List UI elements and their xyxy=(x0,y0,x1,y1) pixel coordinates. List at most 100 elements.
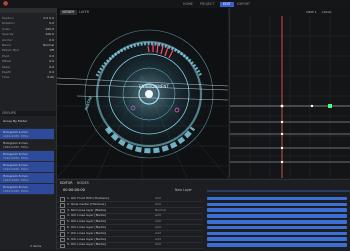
property-value[interactable]: 0.0 xyxy=(49,21,54,25)
property-value[interactable]: 0.0 0.0 xyxy=(44,16,55,20)
layer-clip-bar[interactable] xyxy=(207,196,347,201)
items-count: 3 items xyxy=(30,244,42,248)
property-value[interactable]: 0.0 xyxy=(49,65,54,69)
layer-name: 5. Orb Lines layer [Media] xyxy=(67,219,106,224)
layer-blend-mode[interactable]: Add xyxy=(155,225,161,230)
property-value[interactable]: 0.0 xyxy=(49,59,54,63)
layer-blend-mode[interactable]: Add xyxy=(155,202,161,207)
property-row[interactable]: Position 0.0 0.0 xyxy=(2,16,54,20)
group-item-info: 1920x1080, 30fps xyxy=(3,178,29,182)
layer-clip-bar[interactable] xyxy=(207,214,347,218)
timecode-display[interactable]: 00:00:00:00 xyxy=(63,188,85,192)
group-item[interactable]: Hologram 1.mov 1920x1080, 30fps xyxy=(0,129,54,140)
layer-blend-mode[interactable]: Add xyxy=(155,237,161,242)
group-item-info: 1920x1080, 30fps xyxy=(3,134,29,138)
hud-label-environment: ENVIRONMENT xyxy=(139,84,169,89)
property-row[interactable]: Depth 0.0 xyxy=(2,70,54,74)
viewer-panel[interactable]: VIEWER LAYER ENVIRONMENT AVATAR xyxy=(57,8,228,178)
property-value[interactable]: 100.0 xyxy=(45,32,54,36)
timeline-panel: EDITOR NODES 00:00:00:00 New Layer 1. Or… xyxy=(57,179,350,251)
group-item-name: Group By Folder xyxy=(3,119,28,123)
property-name: Rotation xyxy=(2,21,15,26)
property-name: Opacity xyxy=(2,32,14,37)
layer-clip-bar[interactable] xyxy=(207,225,347,230)
space-selector[interactable]: LOCAL xyxy=(322,10,332,14)
graph-editor-panel[interactable]: VIEW 1 LOCAL xyxy=(229,8,350,178)
property-name: Time xyxy=(2,75,10,80)
property-value[interactable]: Off xyxy=(50,48,54,52)
layer-visibility-checkbox[interactable] xyxy=(60,243,65,249)
layer-name: 7. Orb Lines layer [Media] xyxy=(67,230,106,235)
layer-blend-mode[interactable]: Add xyxy=(155,242,161,247)
layer-name: 9. Orb Lines layer [Media] xyxy=(67,242,106,247)
layer-blend-mode[interactable]: Normal xyxy=(155,208,166,213)
layer-name: 6. Orb Lines layer [Media] xyxy=(67,225,106,229)
property-name: Offset xyxy=(2,59,12,64)
timeline-layer-row[interactable]: 9. Orb Lines layer [Media] Add xyxy=(57,242,203,249)
graph-keyframe[interactable] xyxy=(328,104,332,108)
property-name: Skew xyxy=(2,64,10,69)
view-selector[interactable]: VIEW 1 xyxy=(306,10,317,14)
group-item-info: 1920x1080, 30fps xyxy=(3,189,29,193)
property-name: Scale xyxy=(2,26,11,31)
group-item[interactable]: Hologram 2.mov 1920x1080, 30fps xyxy=(0,140,54,151)
layer-clip-bar[interactable] xyxy=(207,208,347,212)
property-row[interactable]: Motion Blur Off xyxy=(2,48,54,52)
layer-name: 4. Orb Lines layer [Media] xyxy=(67,213,106,218)
layer-clip-bar[interactable] xyxy=(207,220,347,224)
hud-render: ENVIRONMENT AVATAR xyxy=(57,24,228,178)
property-row[interactable]: Scale 100.0 xyxy=(2,27,54,31)
left-panel: Position 0.0 0.0 Rotation 0.0 Scale 100.0 Opac… xyxy=(0,8,57,250)
layer-name: 2. Glow Center [Hololens] xyxy=(67,201,106,206)
property-name: Blend xyxy=(2,43,11,47)
property-name: Motion Blur xyxy=(2,48,20,53)
layer-name: 3. Red Lines layer [Media] xyxy=(67,207,107,212)
group-item[interactable]: Group By Folder xyxy=(0,118,54,129)
menu-tab-project[interactable]: PROJECT xyxy=(197,2,217,7)
group-item[interactable]: Hologram 5.mov 1920x1080, 30fps xyxy=(0,173,54,184)
timeline-tab-editor[interactable]: EDITOR xyxy=(60,181,73,185)
property-row[interactable]: Rotation 0.0 xyxy=(2,21,54,25)
layer-tab[interactable]: LAYER xyxy=(77,10,91,15)
timeline-tab-nodes[interactable]: NODES xyxy=(77,181,89,185)
layer-clip-bar[interactable] xyxy=(207,202,347,207)
property-value[interactable]: 100.0 xyxy=(45,27,54,31)
group-item-info: 1920x1080, 30fps xyxy=(3,145,29,149)
property-name: Depth xyxy=(2,70,12,74)
group-item-info: 1920x1080, 30fps xyxy=(3,156,29,160)
group-item[interactable]: Hologram 3.mov 1920x1080, 30fps xyxy=(0,151,54,162)
menu-tab-home[interactable]: HOME xyxy=(180,2,196,7)
groups-section-title: GROUPS xyxy=(0,111,56,116)
layer-blend-mode[interactable]: Add xyxy=(155,196,161,201)
property-row[interactable]: Offset 0.0 xyxy=(2,59,54,63)
time-ruler[interactable] xyxy=(207,190,350,192)
layer-clip-bar[interactable] xyxy=(207,237,347,241)
graph-canvas[interactable] xyxy=(230,16,350,178)
property-row[interactable]: Pivot 0.0 xyxy=(2,54,54,58)
property-value[interactable]: 0.0 xyxy=(49,70,54,74)
viewer-tab[interactable]: VIEWER xyxy=(60,10,77,15)
property-value[interactable]: Normal xyxy=(43,43,54,47)
property-row[interactable]: Anchor 0.0 xyxy=(2,38,54,42)
property-name: Anchor xyxy=(2,37,13,42)
layer-clip-bar[interactable] xyxy=(207,243,347,247)
property-name: Position xyxy=(2,16,14,20)
menu-tab-edit[interactable]: EDIT xyxy=(220,1,234,7)
property-value[interactable]: 0.0 xyxy=(49,38,54,42)
property-row[interactable]: Skew 0.0 xyxy=(2,65,54,69)
layer-blend-mode[interactable]: Add xyxy=(155,231,161,236)
property-row[interactable]: Opacity 100.0 xyxy=(2,32,54,36)
search-field[interactable] xyxy=(0,8,56,13)
menu-tab-export[interactable]: EXPORT xyxy=(234,2,253,7)
property-value[interactable]: 0.00 xyxy=(47,75,54,79)
property-value[interactable]: 0.0 xyxy=(49,54,54,58)
layer-clip-bar[interactable] xyxy=(207,231,347,236)
app-logo-icon: ● xyxy=(3,0,9,7)
new-layer-button[interactable]: New Layer xyxy=(175,188,192,192)
property-row[interactable]: Blend Normal xyxy=(2,43,54,47)
property-row[interactable]: Time 0.00 xyxy=(2,75,54,79)
layer-blend-mode[interactable]: Add xyxy=(155,219,161,224)
layer-blend-mode[interactable]: Add xyxy=(155,213,161,218)
group-item[interactable]: Hologram 4.mov 1920x1080, 30fps xyxy=(0,162,54,173)
group-item[interactable]: Hologram 6.mov 1920x1080, 30fps xyxy=(0,184,54,195)
